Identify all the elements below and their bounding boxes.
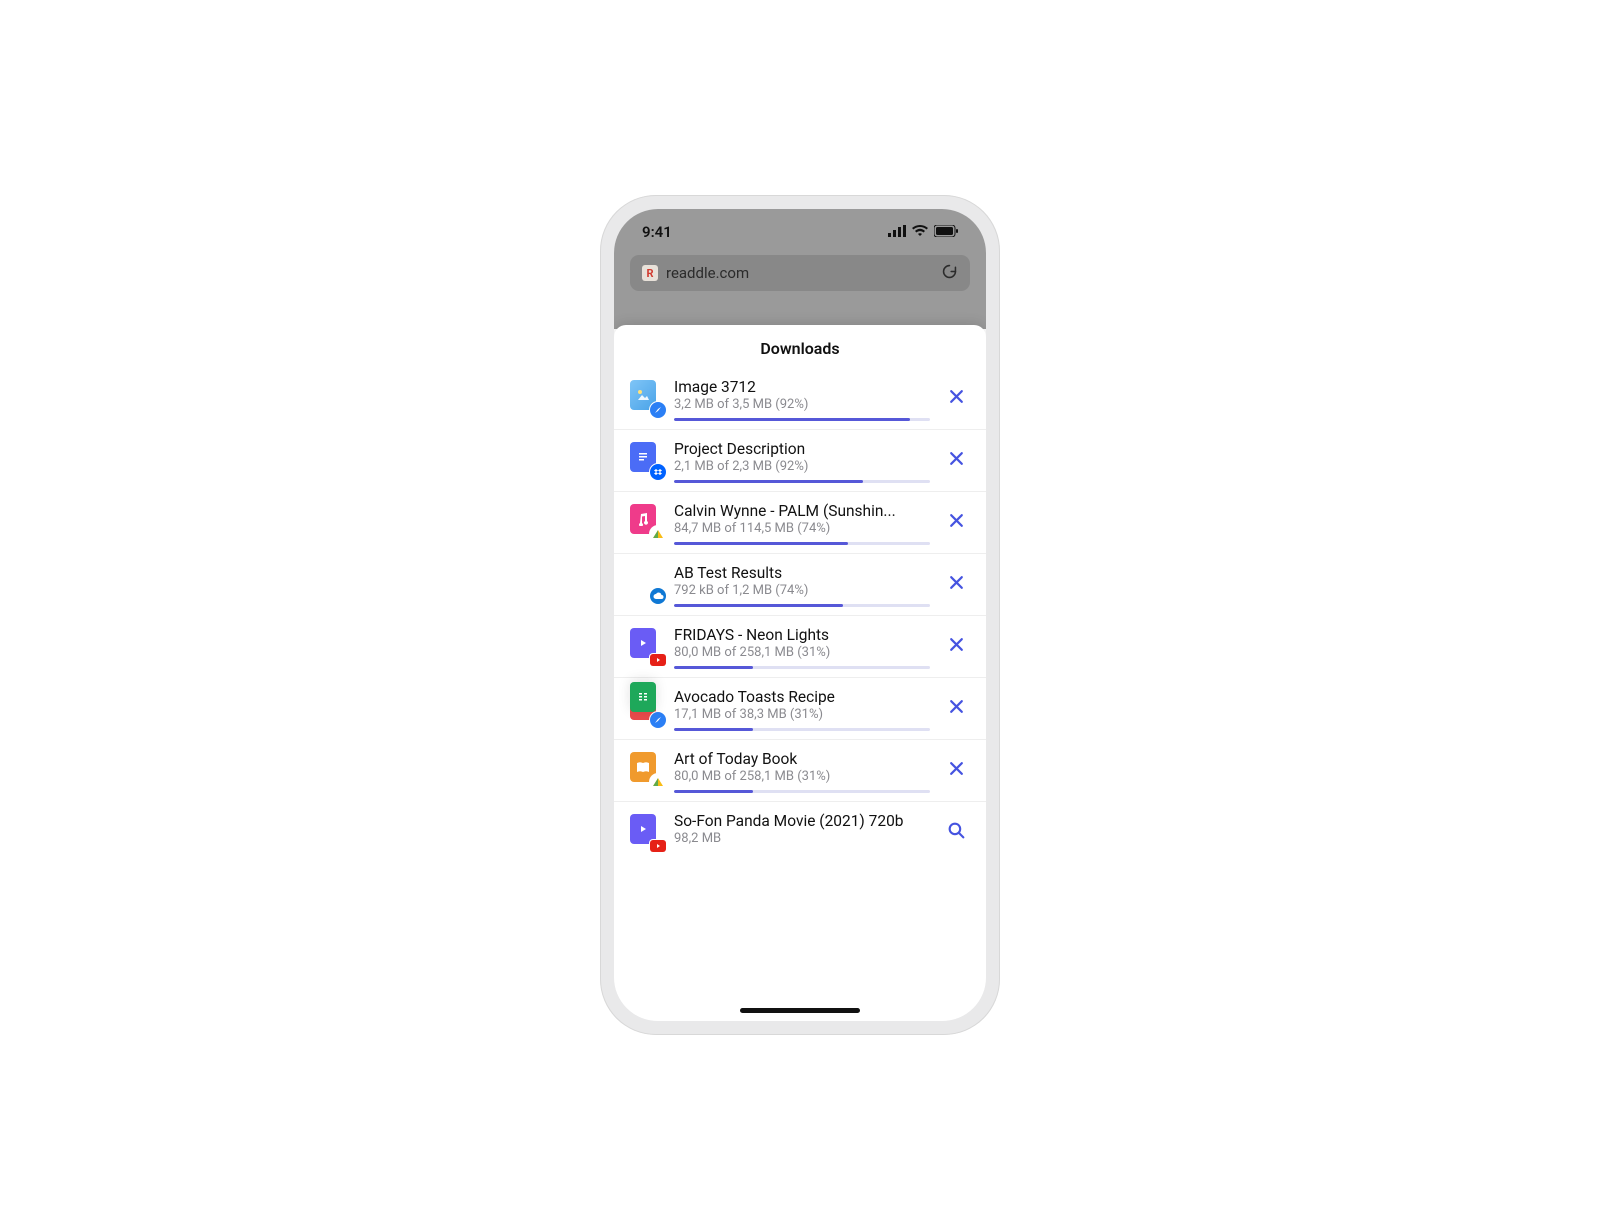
download-body: Avocado Toasts Recipe 17,1 MB of 38,3 MB… [674,688,930,731]
download-item[interactable]: So-Fon Panda Movie (2021) 720b 98,2 MB [614,802,986,856]
status-bar: 9:41 [614,209,986,245]
status-indicators [888,223,958,241]
search-button[interactable] [942,816,970,844]
download-body: FRIDAYS - Neon Lights 80,0 MB of 258,1 M… [674,626,930,669]
file-icon-wrap [630,566,662,600]
cancel-button[interactable] [942,754,970,782]
reload-icon[interactable] [941,263,958,284]
download-subtitle: 792 kB of 1,2 MB (74%) [674,583,930,598]
cancel-button[interactable] [942,630,970,658]
download-title: Project Description [674,440,930,458]
status-time: 9:41 [642,223,672,241]
downloads-sheet: Downloads Image 3712 3,2 MB of 3,5 MB (9… [614,325,986,1021]
download-body: AB Test Results 792 kB of 1,2 MB (74%) [674,564,930,607]
phone-frame: 9:41 R readdle.com [600,195,1000,1035]
cancel-button[interactable] [942,382,970,410]
url-bar[interactable]: R readdle.com [630,255,970,291]
progress-bar [674,728,930,731]
download-item[interactable]: Calvin Wynne - PALM (Sunshin... 84,7 MB … [614,492,986,554]
safari-badge-icon [650,402,666,418]
download-item[interactable]: Image 3712 3,2 MB of 3,5 MB (92%) [614,368,986,430]
download-subtitle: 17,1 MB of 38,3 MB (31%) [674,707,930,722]
download-title: Image 3712 [674,378,930,396]
file-icon-wrap [630,628,662,662]
cancel-button[interactable] [942,444,970,472]
progress-bar [674,790,930,793]
progress-bar [674,666,930,669]
download-body: So-Fon Panda Movie (2021) 720b 98,2 MB [674,812,930,846]
sheet-file-icon [630,682,656,712]
wifi-icon [912,223,928,241]
dim-header: 9:41 R readdle.com [614,209,986,329]
site-favicon: R [642,265,658,281]
download-title: Art of Today Book [674,750,930,768]
download-body: Calvin Wynne - PALM (Sunshin... 84,7 MB … [674,502,930,545]
file-icon-wrap [630,442,662,476]
download-subtitle: 2,1 MB of 2,3 MB (92%) [674,459,930,474]
download-item[interactable]: Art of Today Book 80,0 MB of 258,1 MB (3… [614,740,986,802]
download-subtitle: 80,0 MB of 258,1 MB (31%) [674,769,930,784]
download-subtitle: 3,2 MB of 3,5 MB (92%) [674,397,930,412]
progress-bar [674,604,930,607]
download-body: Art of Today Book 80,0 MB of 258,1 MB (3… [674,750,930,793]
download-item[interactable]: Project Description 2,1 MB of 2,3 MB (92… [614,430,986,492]
progress-bar [674,480,930,483]
file-icon-wrap [630,814,662,848]
progress-bar [674,542,930,545]
battery-icon [934,223,958,241]
cellular-icon [888,223,906,241]
download-subtitle: 80,0 MB of 258,1 MB (31%) [674,645,930,660]
cancel-button[interactable] [942,568,970,596]
cancel-button[interactable] [942,692,970,720]
home-indicator[interactable] [740,1008,860,1013]
download-title: AB Test Results [674,564,930,582]
download-subtitle: 84,7 MB of 114,5 MB (74%) [674,521,930,536]
youtube-badge-icon [650,654,666,666]
download-body: Image 3712 3,2 MB of 3,5 MB (92%) [674,378,930,421]
cancel-button[interactable] [942,506,970,534]
onedrive-badge-icon [650,588,666,604]
progress-bar [674,418,930,421]
file-icon-wrap [630,504,662,538]
download-item[interactable]: FRIDAYS - Neon Lights 80,0 MB of 258,1 M… [614,616,986,678]
url-text: readdle.com [666,264,749,282]
file-icon-wrap [630,752,662,786]
download-list[interactable]: Image 3712 3,2 MB of 3,5 MB (92%) Projec… [614,368,986,856]
download-item[interactable]: AB Test Results 792 kB of 1,2 MB (74%) [614,554,986,616]
download-title: Calvin Wynne - PALM (Sunshin... [674,502,930,520]
sheet-title: Downloads [614,325,986,368]
download-item[interactable]: Avocado Toasts Recipe 17,1 MB of 38,3 MB… [614,678,986,740]
download-body: Project Description 2,1 MB of 2,3 MB (92… [674,440,930,483]
youtube-badge-icon [650,840,666,852]
download-subtitle: 98,2 MB [674,831,930,846]
download-title: So-Fon Panda Movie (2021) 720b [674,812,930,830]
gdrive-badge-icon [650,774,666,790]
safari-badge-icon [650,712,666,728]
download-title: Avocado Toasts Recipe [674,688,930,706]
download-title: FRIDAYS - Neon Lights [674,626,930,644]
file-icon-wrap [630,380,662,414]
gdrive-badge-icon [650,526,666,542]
screen: 9:41 R readdle.com [614,209,986,1021]
dropbox-badge-icon [650,464,666,480]
